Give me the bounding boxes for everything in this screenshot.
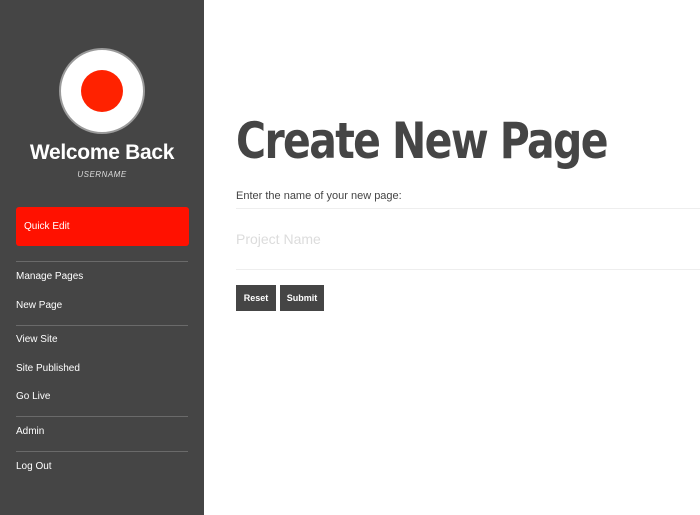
form-divider	[236, 269, 700, 270]
avatar	[59, 48, 145, 134]
sidebar-divider	[16, 416, 188, 417]
form-divider	[236, 208, 700, 209]
page-title: Create New Page	[236, 112, 609, 170]
sidebar-divider	[16, 325, 188, 326]
project-name-input[interactable]	[236, 224, 676, 254]
sidebar-item-admin[interactable]: Admin	[16, 426, 44, 437]
quick-edit-button[interactable]: Quick Edit	[16, 207, 189, 246]
sidebar: Welcome Back USERNAME Quick Edit Manage …	[0, 0, 204, 515]
username-label: USERNAME	[77, 170, 127, 179]
sidebar-item-new-page[interactable]: New Page	[16, 300, 62, 311]
sidebar-item-site-published[interactable]: Site Published	[16, 363, 80, 374]
sidebar-item-log-out[interactable]: Log Out	[16, 461, 52, 472]
page-name-prompt: Enter the name of your new page:	[236, 190, 402, 202]
sidebar-item-view-site[interactable]: View Site	[16, 334, 58, 345]
submit-button[interactable]: Submit	[280, 285, 324, 311]
record-dot-icon	[81, 70, 123, 112]
sidebar-item-go-live[interactable]: Go Live	[16, 391, 50, 402]
sidebar-divider	[16, 451, 188, 452]
sidebar-item-manage-pages[interactable]: Manage Pages	[16, 271, 83, 282]
sidebar-divider	[16, 261, 188, 262]
reset-button[interactable]: Reset	[236, 285, 276, 311]
welcome-heading: Welcome Back	[29, 141, 175, 164]
